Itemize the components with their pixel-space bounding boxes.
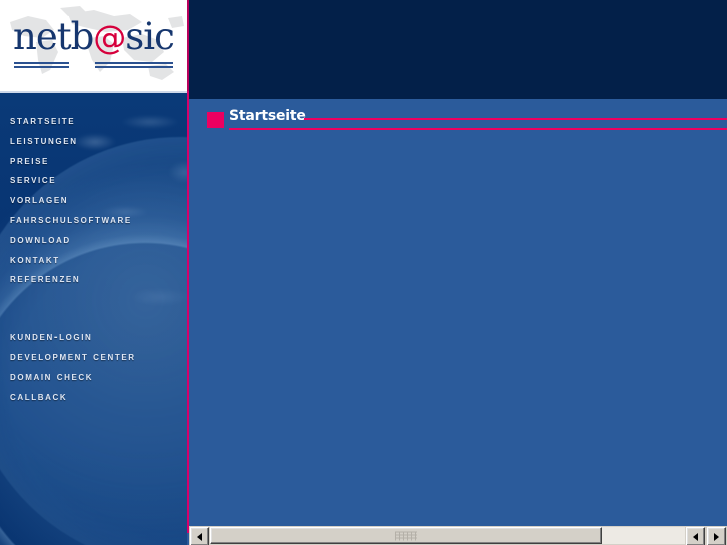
sidebar-item-fahrschulsoftware[interactable]: Fahrschulsoftware (0, 211, 187, 231)
page-title-rule-top (304, 118, 727, 120)
logo-text-part1: netb (13, 15, 94, 58)
header-banner (189, 0, 727, 99)
main-content: Startseite (189, 99, 727, 526)
scroll-left-button[interactable] (190, 527, 209, 545)
sidebar-item-vorlagen[interactable]: Vorlagen (0, 191, 187, 211)
logo-rule (14, 62, 69, 64)
scrollbar-track[interactable] (210, 527, 685, 544)
at-icon: @ (93, 18, 126, 57)
sidebar-item-kunden-login[interactable]: Kunden-Login (0, 328, 187, 348)
sidebar: netb@sic Startseite Leistungen Preise Se… (0, 0, 187, 545)
nav-group-secondary: Kunden-Login Development Center Domain C… (0, 328, 187, 407)
scroll-right-button[interactable] (707, 527, 726, 545)
page-title-rule-bottom (229, 128, 727, 130)
logo-text-part2: sic (125, 15, 175, 58)
sidebar-item-download[interactable]: Download (0, 231, 187, 251)
logo-panel-separator (0, 91, 187, 93)
sidebar-item-kontakt[interactable]: Kontakt (0, 251, 187, 271)
sidebar-item-development-center[interactable]: Development Center (0, 348, 187, 368)
horizontal-scrollbar[interactable] (189, 526, 727, 545)
scrollbar-thumb[interactable] (210, 527, 602, 544)
sidebar-item-leistungen[interactable]: Leistungen (0, 132, 187, 152)
sidebar-item-preise[interactable]: Preise (0, 152, 187, 172)
sidebar-item-referenzen[interactable]: Referenzen (0, 270, 187, 290)
logo-rule (95, 66, 173, 68)
arrow-left-icon (197, 532, 202, 541)
scroll-left-button-end[interactable] (686, 527, 705, 545)
scrollbar-button-group (685, 526, 727, 545)
main-navigation: Startseite Leistungen Preise Service Vor… (0, 112, 187, 407)
logo-rule (14, 66, 69, 68)
arrow-right-icon (714, 532, 719, 541)
logo-wordmark: netb@sic (13, 15, 175, 58)
scrollbar-grip-icon (394, 531, 417, 540)
sidebar-item-service[interactable]: Service (0, 171, 187, 191)
sidebar-item-startseite[interactable]: Startseite (0, 112, 187, 132)
logo-rule (95, 62, 173, 64)
logo-panel[interactable]: netb@sic (0, 0, 187, 91)
page-root: netb@sic Startseite Leistungen Preise Se… (0, 0, 727, 545)
sidebar-item-domain-check[interactable]: Domain Check (0, 368, 187, 388)
page-header: Startseite (189, 108, 727, 136)
arrow-left-icon (693, 532, 698, 541)
nav-group-primary: Startseite Leistungen Preise Service Vor… (0, 112, 187, 290)
sidebar-divider-top (187, 0, 189, 91)
page-title: Startseite (229, 108, 306, 124)
page-title-bullet-icon (207, 112, 224, 128)
sidebar-item-callback[interactable]: Callback (0, 388, 187, 408)
